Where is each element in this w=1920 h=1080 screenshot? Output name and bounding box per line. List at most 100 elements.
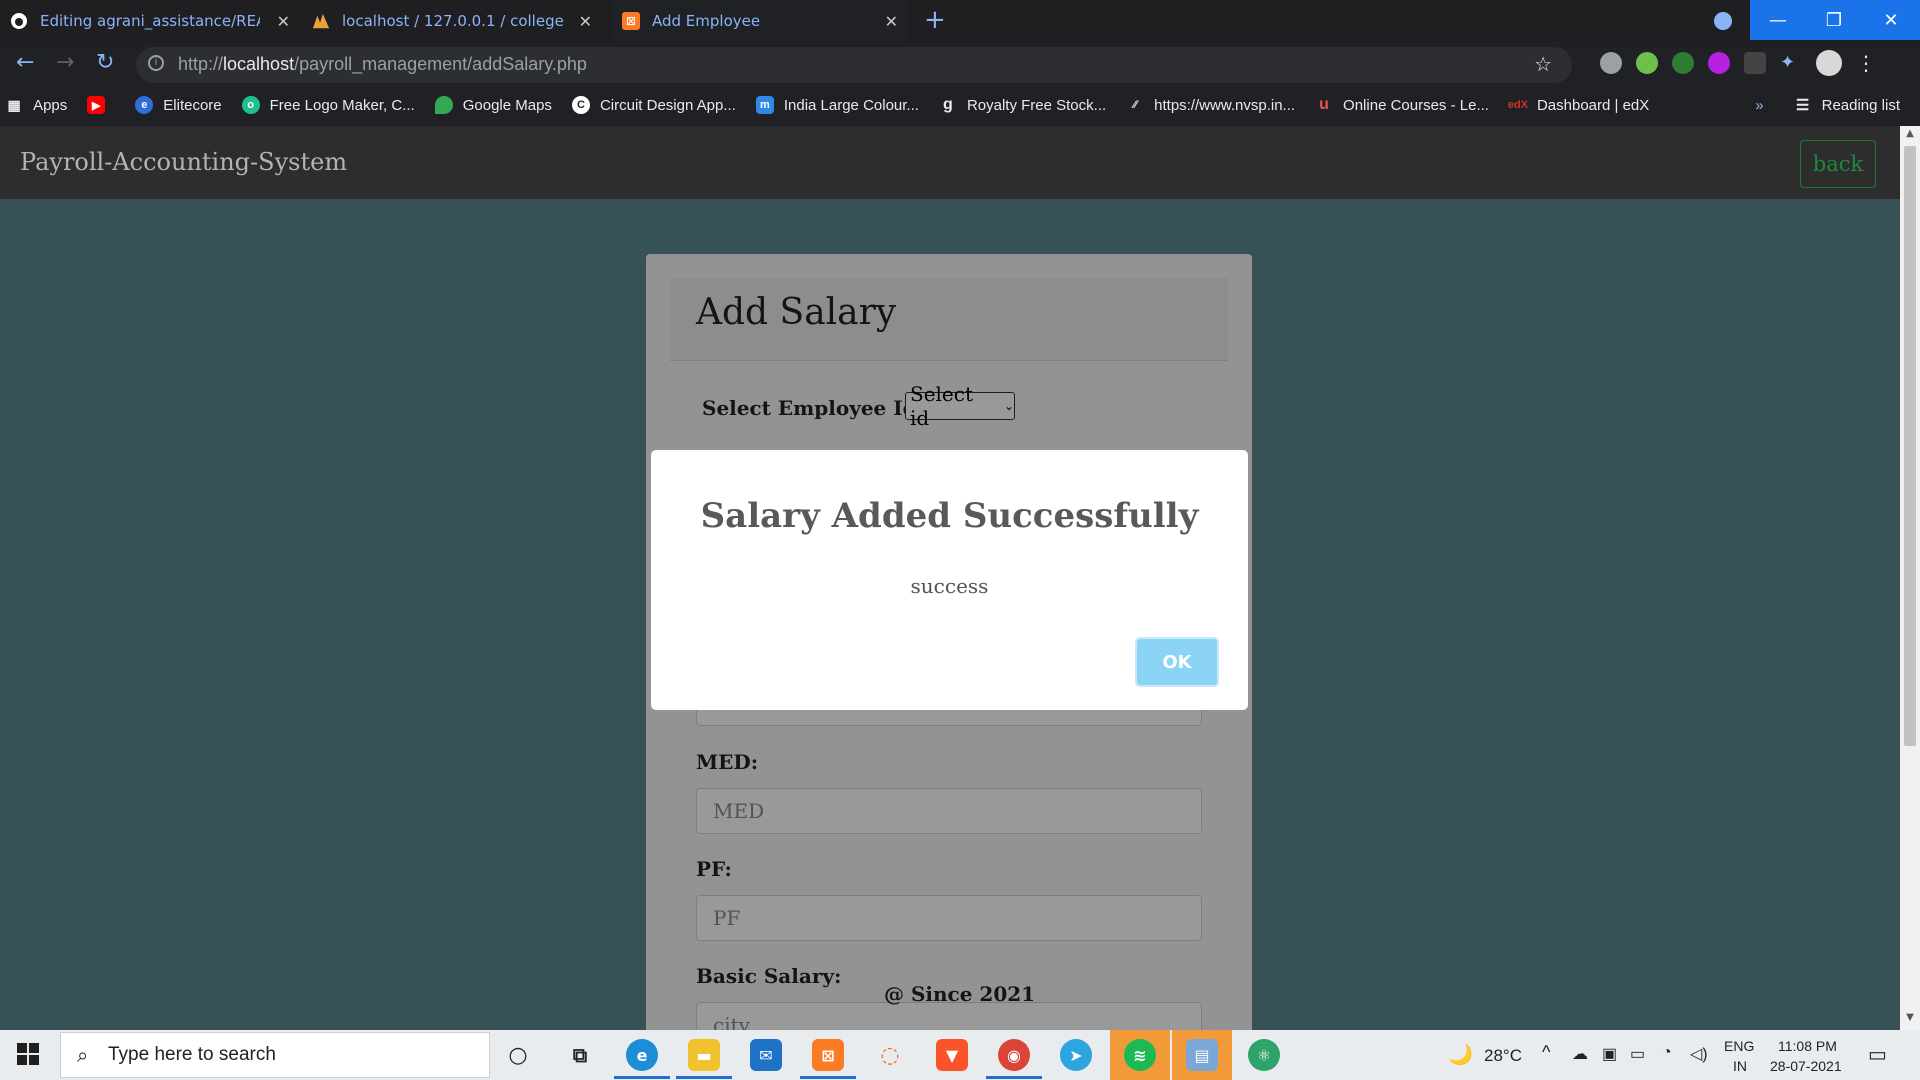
bookmark-logo-maker[interactable]: o Free Logo Maker, C... [241, 96, 415, 114]
ok-button[interactable]: OK [1135, 637, 1219, 687]
volume-icon[interactable]: ◁) [1690, 1044, 1708, 1064]
tab-phpmyadmin[interactable]: localhost / 127.0.0.1 / collegepro ✕ [312, 0, 602, 42]
clock-date[interactable]: 28-07-2021 [1770, 1058, 1842, 1074]
back-arrow-icon[interactable]: ← [16, 50, 34, 75]
page-scrollbar[interactable]: ▲ ▼ [1900, 126, 1920, 1030]
extension-icon[interactable] [1708, 52, 1730, 74]
close-tab-icon[interactable]: ✕ [579, 12, 592, 31]
tab-search-icon[interactable] [1714, 12, 1732, 30]
bookmark-udemy[interactable]: u Online Courses - Le... [1315, 96, 1489, 114]
tree-extension-icon[interactable] [1672, 52, 1694, 74]
taskbar-active-indicator [986, 1076, 1042, 1079]
taskbar-active-indicator [676, 1076, 732, 1079]
tab-github[interactable]: Editing agrani_assistance/READM ✕ [10, 0, 300, 42]
bookmark-circuit[interactable]: C Circuit Design App... [571, 96, 736, 114]
show-hidden-icons-icon[interactable]: ^ [1542, 1042, 1550, 1063]
bookmark-edx[interactable]: edX Dashboard | edX [1507, 96, 1649, 114]
close-window-icon[interactable]: ✕ [1862, 0, 1920, 40]
weather-moon-icon[interactable]: 🌙 [1448, 1042, 1473, 1067]
brave-browser-icon[interactable]: ▼ [936, 1039, 968, 1071]
spotify-icon[interactable]: ≋ [1124, 1039, 1156, 1071]
maps-pin-icon [434, 96, 453, 114]
wifi-icon[interactable]: ◔ [1662, 1044, 1672, 1062]
close-tab-icon[interactable]: ✕ [885, 12, 898, 31]
taskbar-active-indicator [614, 1076, 670, 1079]
more-bookmarks-button[interactable]: » [1755, 97, 1763, 114]
minimize-icon[interactable]: — [1750, 0, 1806, 40]
clock-time[interactable]: 11:08 PM [1778, 1038, 1837, 1054]
phpmyadmin-icon [312, 12, 330, 30]
restore-icon[interactable]: ❐ [1806, 0, 1862, 40]
cortana-icon[interactable]: ○ [502, 1039, 534, 1071]
language-line2[interactable]: IN [1733, 1058, 1747, 1074]
taskbar-active-indicator [800, 1076, 856, 1079]
tab-title: Editing agrani_assistance/READM [40, 12, 260, 30]
logo-maker-icon: o [241, 96, 260, 114]
device-icon[interactable]: ▣ [1602, 1044, 1617, 1064]
brand-title[interactable]: Payroll-Accounting-System [20, 148, 347, 176]
windows-start-icon[interactable] [16, 1042, 40, 1066]
mail-icon[interactable]: ✉ [750, 1039, 782, 1071]
tab-title: Add Employee [652, 12, 761, 30]
g-icon: g [943, 96, 953, 113]
extension-icons: ✦ ⋮ [1600, 50, 1876, 76]
profile-avatar[interactable] [1816, 50, 1842, 76]
telegram-icon[interactable]: ➤ [1060, 1039, 1092, 1071]
bookmark-youtube[interactable]: ▶ [87, 96, 115, 114]
new-tab-button[interactable]: + [924, 6, 946, 34]
xampp-taskbar-icon[interactable]: ⊠ [812, 1039, 844, 1071]
bookmark-royalty-free[interactable]: g Royalty Free Stock... [939, 96, 1106, 114]
scroll-thumb[interactable] [1904, 146, 1916, 746]
file-explorer-icon[interactable]: ▬ [688, 1039, 720, 1071]
puzzle-extensions-icon[interactable]: ✦ [1780, 52, 1802, 74]
back-button[interactable]: back [1800, 140, 1876, 188]
forward-arrow-icon[interactable]: → [56, 50, 74, 75]
success-modal: Salary Added Successfully success OK [651, 450, 1248, 710]
atom-icon[interactable]: ⚛ [1248, 1039, 1280, 1071]
modal-text: success [910, 574, 989, 598]
scroll-down-icon[interactable]: ▼ [1900, 1012, 1920, 1028]
edx-icon: edX [1507, 99, 1529, 111]
extension-icon[interactable] [1636, 52, 1658, 74]
reload-icon[interactable]: ↻ [96, 50, 114, 75]
extension-icon[interactable] [1744, 52, 1766, 74]
tab-add-employee[interactable]: ⊠ Add Employee ✕ [612, 0, 908, 42]
windows-taskbar: ⌕ Type here to search ○ ⧉ e ▬ ✉ ⊠ ◌ ▼ ◉ … [0, 1030, 1920, 1080]
nvsp-icon: ⁄⁄ [1133, 99, 1137, 111]
site-info-icon[interactable]: i [148, 55, 164, 71]
bookmarks-bar: ▦ Apps ▶ e Elitecore o Free Logo Maker, … [0, 84, 1920, 126]
apps-grid-icon: ▦ [7, 96, 21, 113]
language-line1[interactable]: ENG [1724, 1038, 1754, 1054]
weather-temperature[interactable]: 28°C [1484, 1046, 1522, 1066]
taskbar-search-placeholder: Type here to search [108, 1044, 276, 1065]
battery-icon[interactable]: ▭ [1630, 1044, 1645, 1064]
modal-title: Salary Added Successfully [700, 496, 1199, 536]
task-view-icon[interactable]: ⧉ [564, 1039, 596, 1071]
files-app-icon[interactable]: ▤ [1186, 1039, 1218, 1071]
bookmark-nvsp[interactable]: ⁄⁄ https://www.nvsp.in... [1126, 96, 1295, 114]
menu-dots-icon[interactable]: ⋮ [1856, 52, 1876, 76]
search-icon: ⌕ [77, 1043, 89, 1067]
close-tab-icon[interactable]: ✕ [277, 12, 290, 31]
bookmark-google-maps[interactable]: Google Maps [434, 96, 552, 114]
bookmark-star-icon[interactable]: ☆ [1534, 52, 1552, 76]
xampp-icon: ⊠ [622, 12, 640, 30]
bookmark-apps[interactable]: ▦ Apps [5, 96, 67, 114]
udemy-icon: u [1319, 96, 1329, 113]
jupyter-icon[interactable]: ◌ [874, 1039, 906, 1071]
reading-list-button[interactable]: ☰ Reading list [1794, 96, 1900, 115]
tab-title: localhost / 127.0.0.1 / collegepro [342, 12, 564, 30]
bookmark-india-colour[interactable]: m India Large Colour... [755, 96, 919, 114]
browser-tab-strip: Editing agrani_assistance/READM ✕ localh… [0, 0, 1920, 42]
edge-browser-icon[interactable]: e [626, 1039, 658, 1071]
page-navbar: Payroll-Accounting-System back [0, 126, 1900, 199]
github-icon [10, 12, 28, 30]
scroll-up-icon[interactable]: ▲ [1900, 128, 1920, 144]
extension-icon[interactable] [1600, 52, 1622, 74]
onedrive-icon[interactable]: ☁ [1572, 1044, 1588, 1064]
chrome-icon[interactable]: ◉ [998, 1039, 1030, 1071]
notifications-icon[interactable]: ▭ [1868, 1042, 1887, 1067]
circuit-icon: C [571, 96, 590, 114]
url-text: http://localhost/payroll_management/addS… [178, 54, 587, 74]
bookmark-elitecore[interactable]: e Elitecore [135, 96, 222, 114]
